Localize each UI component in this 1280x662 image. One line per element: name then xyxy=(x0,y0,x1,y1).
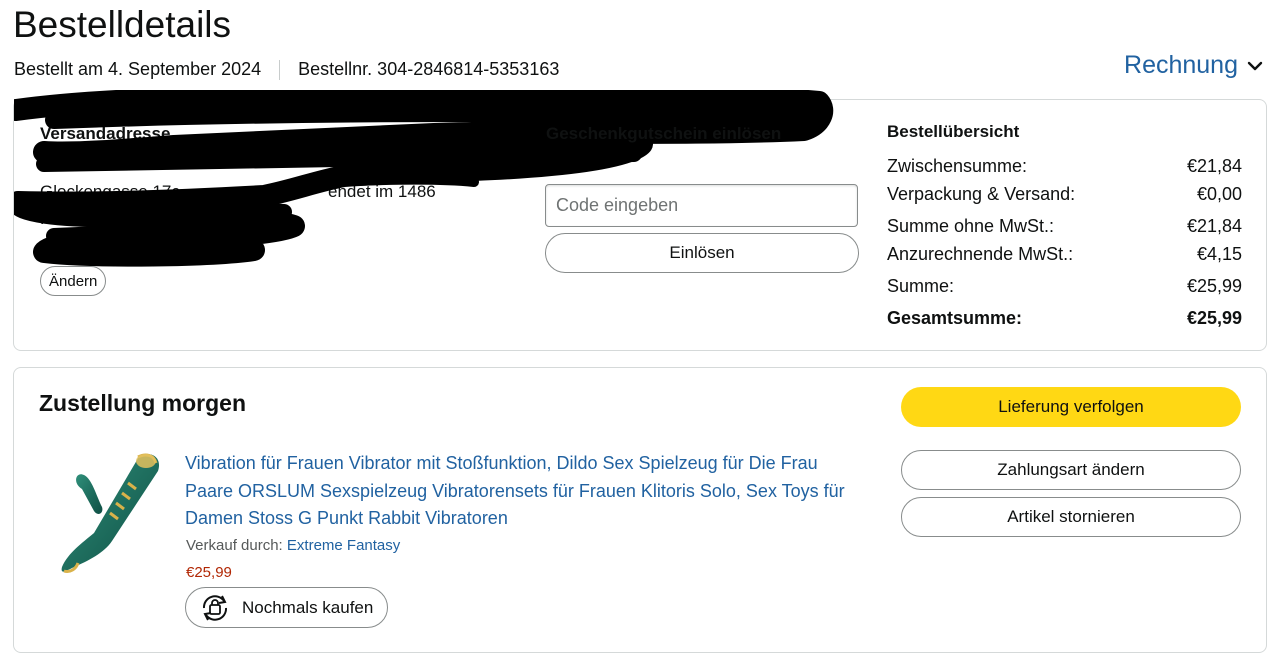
summary-value: €25,99 xyxy=(1186,275,1242,296)
meta-divider xyxy=(279,59,281,80)
track-delivery-button[interactable]: Lieferung verfolgen xyxy=(901,387,1241,427)
seller-row: Verkauf durch: Extreme Fantasy xyxy=(186,537,400,554)
buy-again-label: Nochmals kaufen xyxy=(242,597,374,617)
product-title-link[interactable]: Vibration für Frauen Vibrator mit Stoßfu… xyxy=(185,450,865,533)
summary-label: Summe: xyxy=(887,275,955,296)
summary-label: Gesamtsumme: xyxy=(887,307,1023,328)
order-summary: Bestellübersicht Zwischensumme: €21,84 V… xyxy=(887,122,1242,332)
product-image[interactable] xyxy=(42,443,172,578)
invoice-label: Rechnung xyxy=(1124,51,1238,79)
change-payment-button[interactable]: Zahlungsart ändern xyxy=(901,450,1241,490)
gift-code-input[interactable] xyxy=(545,184,858,227)
summary-row-shipping: Verpackung & Versand: €0,00 xyxy=(887,180,1242,208)
summary-value: €21,84 xyxy=(1186,155,1242,176)
summary-label: Anzurechnende MwSt.: xyxy=(887,243,1074,264)
summary-label: Verpackung & Versand: xyxy=(887,183,1076,204)
buy-again-button[interactable]: Nochmals kaufen xyxy=(185,587,389,628)
product-price: €25,99 xyxy=(186,564,232,581)
summary-value: €4,15 xyxy=(1196,243,1242,264)
summary-label: Summe ohne MwSt.: xyxy=(887,215,1055,236)
gift-card-label: Geschenkgutschein einlösen xyxy=(546,124,782,143)
summary-row-total: Gesamtsumme: €25,99 xyxy=(887,304,1242,332)
summary-value: €21,84 xyxy=(1186,215,1242,236)
summary-label: Zwischensumme: xyxy=(887,155,1028,176)
shipping-and-payment: Versandadresse Glockengasse 17c Fichtenf… xyxy=(14,90,834,350)
invoice-dropdown[interactable]: Rechnung xyxy=(1124,51,1264,80)
summary-value: €0,00 xyxy=(1196,183,1242,204)
change-address-button[interactable]: Ändern xyxy=(40,266,107,296)
summary-row-vat: Anzurechnende MwSt.: €4,15 xyxy=(887,240,1242,268)
page-title: Bestelldetails xyxy=(13,4,232,45)
seller-link[interactable]: Extreme Fantasy xyxy=(287,537,400,554)
order-date: Bestellt am 4. September 2024 xyxy=(14,59,262,79)
summary-title: Bestellübersicht xyxy=(887,122,1020,141)
redeem-button[interactable]: Einlösen xyxy=(545,233,859,273)
summary-value: €25,99 xyxy=(1186,307,1242,328)
order-number: Bestellnr. 304-2846814-5353163 xyxy=(298,59,560,79)
summary-row-sum: Summe: €25,99 xyxy=(887,272,1242,300)
chevron-down-icon xyxy=(1247,61,1263,70)
order-info-card: Versandadresse Glockengasse 17c Fichtenf… xyxy=(13,90,1267,351)
delivery-title: Zustellung morgen xyxy=(39,390,246,416)
summary-row-subtotal: Zwischensumme: €21,84 xyxy=(887,152,1242,180)
seller-prefix: Verkauf durch: xyxy=(186,537,283,554)
delivery-card: Zustellung morgen Vibration für Frauen V… xyxy=(13,367,1267,653)
cancel-item-button[interactable]: Artikel stornieren xyxy=(901,497,1241,537)
order-meta: Bestellt am 4. September 2024 Bestellnr.… xyxy=(14,59,559,80)
summary-row-net: Summe ohne MwSt.: €21,84 xyxy=(887,212,1242,240)
buy-again-icon xyxy=(202,594,228,621)
